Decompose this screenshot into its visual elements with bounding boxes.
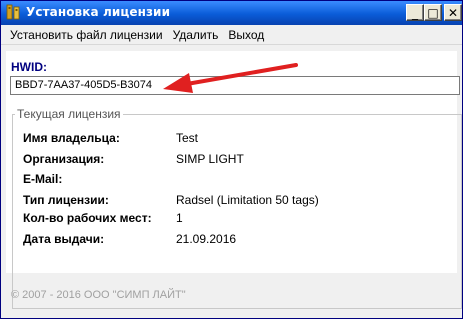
current-license-title: Текущая лицензия: [15, 107, 123, 121]
workplaces-value: 1: [176, 211, 183, 225]
menu-bar: Установить файл лицензии Удалить Выход: [1, 25, 462, 45]
organization-label: Организация:: [23, 152, 105, 166]
minimize-button[interactable]: _: [406, 4, 424, 21]
email-label: E-Mail:: [23, 172, 63, 186]
title-bar[interactable]: Установка лицензии _ □ ✕: [1, 1, 462, 25]
license-type-value: Radsel (Limitation 50 tags): [176, 193, 319, 207]
copyright-text: © 2007 - 2016 ООО "СИМП ЛАЙТ": [11, 289, 186, 301]
issue-date-label: Дата выдачи:: [23, 232, 105, 246]
close-icon: ✕: [447, 5, 459, 20]
pointer-arrow-icon: [163, 63, 298, 93]
owner-value: Test: [176, 131, 199, 145]
owner-label: Имя владельца:: [23, 131, 120, 145]
minimize-icon: _: [412, 5, 418, 20]
menu-delete[interactable]: Удалить: [168, 26, 224, 44]
organization-value: SIMP LIGHT: [176, 152, 244, 166]
issue-date-value: 21.09.2016: [176, 232, 237, 246]
close-button[interactable]: ✕: [444, 4, 462, 21]
license-type-label: Тип лицензии:: [23, 193, 109, 207]
license-window: Установка лицензии _ □ ✕ Установить файл…: [0, 0, 463, 319]
hwid-label: HWID:: [11, 60, 47, 74]
menu-exit[interactable]: Выход: [223, 26, 269, 44]
maximize-icon: □: [427, 5, 439, 20]
workplaces-label: Кол-во рабочих мест:: [23, 211, 152, 225]
app-key-icon: [6, 4, 20, 20]
window-title: Установка лицензии: [26, 5, 171, 19]
menu-install-license[interactable]: Установить файл лицензии: [5, 26, 168, 44]
maximize-button[interactable]: □: [424, 4, 442, 21]
